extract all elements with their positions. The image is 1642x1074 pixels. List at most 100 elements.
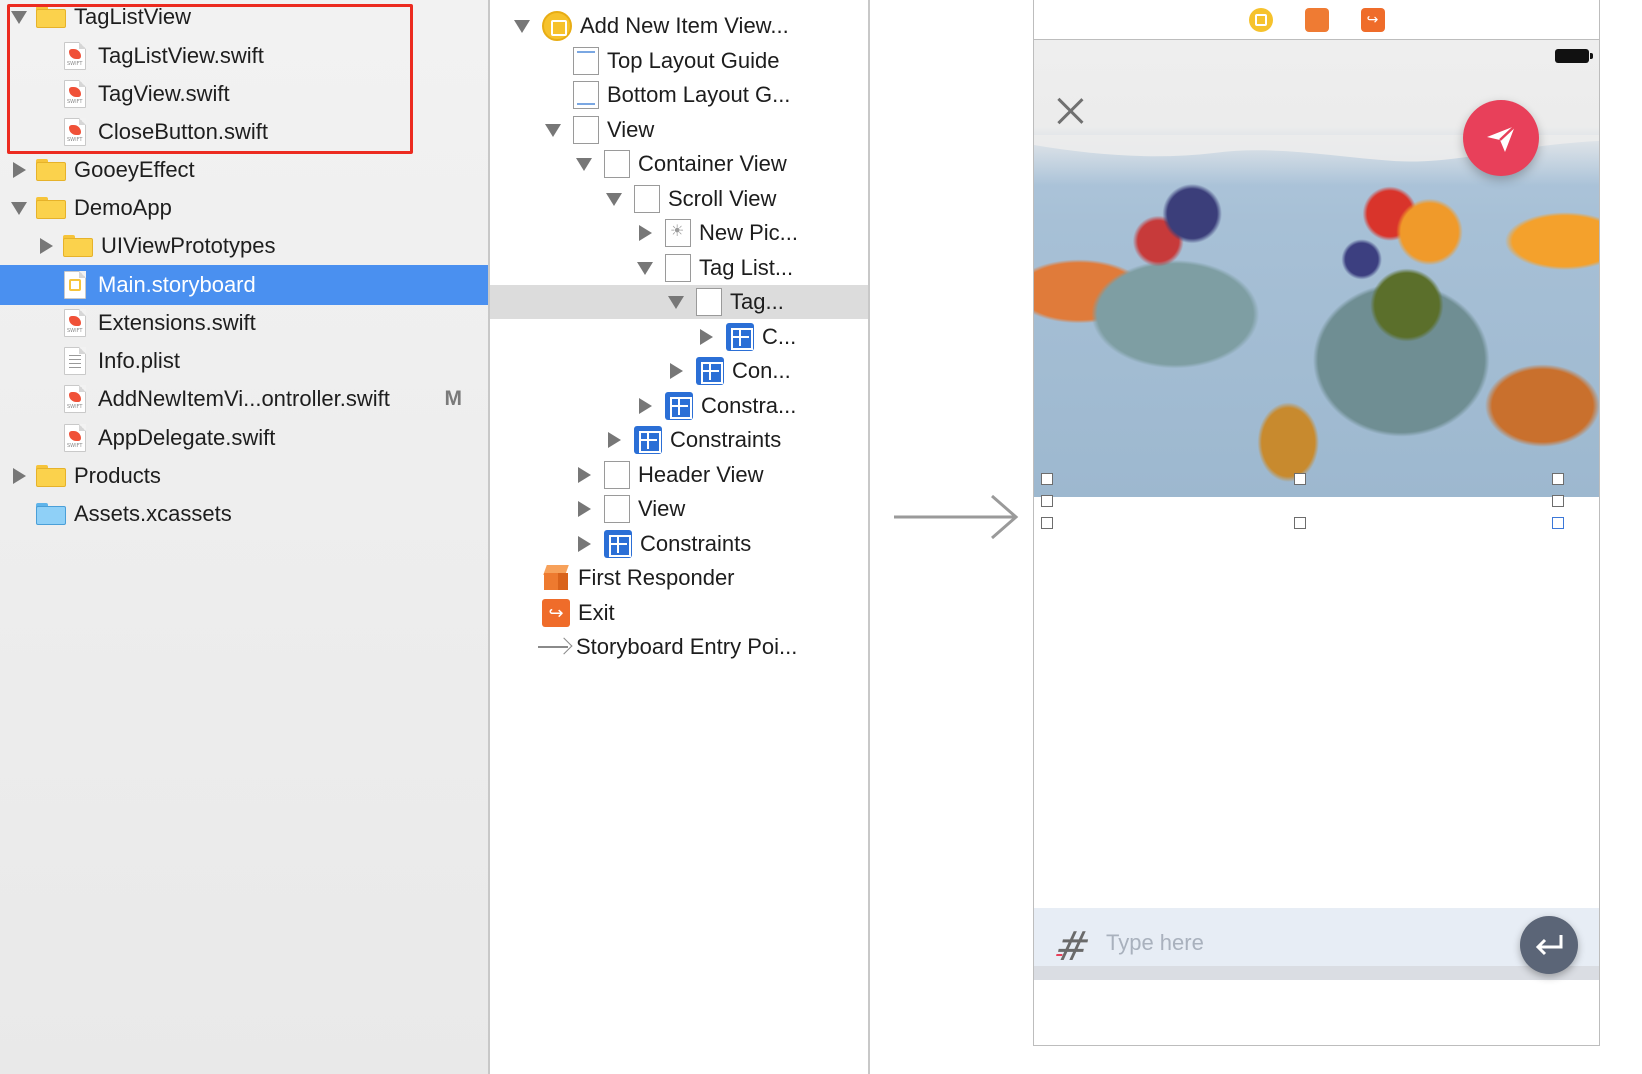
hashtag-icon: # [1051,924,1095,970]
selection-handle[interactable] [1552,495,1564,507]
outline-item-label: View [638,496,686,521]
outline-item-exit[interactable]: ↪ Exit [490,596,868,630]
disclosure-collapsed-icon[interactable] [635,396,655,416]
disclosure-collapsed-icon[interactable] [666,361,686,381]
selection-handle[interactable] [1294,517,1306,529]
disclosure-collapsed-icon[interactable] [37,237,55,255]
disclosure-expanded-icon[interactable] [666,292,686,312]
outline-item-new-picture[interactable]: New Pic... [490,216,868,250]
outline-item-label: Constra... [701,393,797,418]
selection-handle[interactable] [1041,473,1053,485]
outline-item-label: C... [762,324,797,349]
disclosure-collapsed-icon[interactable] [635,223,655,243]
folder-icon [36,197,66,219]
outline-item-tag-view[interactable]: Tag... [490,285,868,319]
tag-text-input[interactable] [1106,926,1486,960]
outline-item-label: Add New Item View... [580,13,789,38]
send-button[interactable] [1463,100,1539,176]
nav-item-demoapp-folder[interactable]: DemoApp [0,188,488,228]
nav-item-gooeyeffect-folder[interactable]: GooeyEffect [0,150,488,190]
outline-item-storyboard-entry-point[interactable]: Storyboard Entry Poi... [490,630,868,664]
disclosure-expanded-icon[interactable] [574,154,594,174]
nav-item-uiviewprototypes-folder[interactable]: UIViewPrototypes [0,226,488,266]
outline-item-constraints[interactable]: Constraints [490,423,868,457]
battery-icon [1555,49,1593,63]
outline-item-first-responder[interactable]: First Responder [490,561,868,595]
outline-item-label: View [607,117,655,142]
return-button[interactable] [1520,916,1578,974]
outline-item-constraints-root[interactable]: Constraints [490,527,868,561]
highlight-annotation-box [7,4,413,154]
plist-file-icon [64,347,86,375]
outline-item-header-view[interactable]: Header View [490,458,868,492]
constraints-icon [696,357,724,385]
nav-item-main-storyboard[interactable]: Main.storyboard [0,265,488,305]
selection-handle[interactable] [1294,473,1306,485]
disclosure-collapsed-icon[interactable] [574,465,594,485]
folder-icon [36,159,66,181]
view-controller-icon[interactable] [1248,7,1273,32]
outline-item-label: New Pic... [699,220,799,245]
folder-icon [36,465,66,487]
first-responder-icon[interactable] [1304,7,1329,32]
disclosure-expanded-icon[interactable] [512,16,532,36]
nav-item-info-plist[interactable]: Info.plist [0,341,488,381]
nav-item-label: Assets.xcassets [74,501,232,526]
outline-item-label: Tag... [730,289,784,314]
storyboard-entry-arrow-icon[interactable] [892,490,1032,550]
disclosure-collapsed-icon[interactable] [604,430,624,450]
nav-item-label: AppDelegate.swift [98,425,276,450]
nav-item-appdelegate-swift[interactable]: SWIFT AppDelegate.swift [0,418,488,458]
outline-item-top-layout-guide[interactable]: Top Layout Guide [490,44,868,78]
outline-item-add-new-item-view-controller[interactable]: Add New Item View... [490,9,868,43]
folder-icon [63,235,93,257]
exit-icon[interactable]: ↪ [1360,7,1385,32]
outline-item-view-2[interactable]: View [490,492,868,526]
nav-item-label: AddNewItemVi...ontroller.swift [98,386,390,411]
image-view-icon [665,219,691,247]
disclosure-collapsed-icon[interactable] [574,499,594,519]
swift-file-icon: SWIFT [64,309,86,337]
outline-item-label: Storyboard Entry Poi... [576,634,798,659]
disclosure-collapsed-icon[interactable] [10,161,28,179]
selection-handle[interactable] [1552,473,1564,485]
outline-item-constraints-constra[interactable]: Constra... [490,389,868,423]
selection-handle[interactable] [1552,517,1564,529]
selection-handle[interactable] [1041,517,1053,529]
constraints-icon [726,323,754,351]
disclosure-expanded-icon[interactable] [543,120,563,140]
disclosure-expanded-icon[interactable] [604,189,624,209]
outline-item-container-view[interactable]: Container View [490,147,868,181]
outline-item-label: Constraints [670,427,782,452]
outline-item-label: Container View [638,151,787,176]
nav-item-label: Extensions.swift [98,310,256,335]
disclosure-expanded-icon[interactable] [10,199,28,217]
outline-item-scroll-view[interactable]: Scroll View [490,182,868,216]
view-controller-icon [542,11,572,41]
disclosure-collapsed-icon[interactable] [574,534,594,554]
modified-badge: M [444,387,463,410]
outline-item-constraints-c[interactable]: C... [490,320,868,354]
nav-item-label: Products [74,463,161,488]
constraints-icon [665,392,693,420]
swift-file-icon: SWIFT [64,424,86,452]
view-icon [604,495,630,523]
view-icon [573,116,599,144]
view-controller-scene[interactable]: # [1033,40,1600,1046]
outline-item-bottom-layout-guide[interactable]: Bottom Layout G... [490,78,868,112]
selection-handle[interactable] [1041,495,1053,507]
close-icon[interactable] [1056,96,1086,126]
nav-item-assets-xcassets[interactable]: Assets.xcassets [0,494,488,534]
constraints-icon [634,426,662,454]
view-icon [665,254,691,282]
outline-item-constraints-con[interactable]: Con... [490,354,868,388]
outline-item-tag-list-view[interactable]: Tag List... [490,251,868,285]
disclosure-expanded-icon[interactable] [635,258,655,278]
disclosure-collapsed-icon[interactable] [10,467,28,485]
nav-item-extensions-swift[interactable]: SWIFT Extensions.swift [0,303,488,343]
nav-item-products-folder[interactable]: Products [0,456,488,496]
outline-item-view[interactable]: View [490,113,868,147]
disclosure-collapsed-icon[interactable] [696,327,716,347]
nav-item-addnewitemviewcontroller-swift[interactable]: SWIFT AddNewItemVi...ontroller.swift M [0,379,488,419]
layout-guide-icon [573,47,599,75]
